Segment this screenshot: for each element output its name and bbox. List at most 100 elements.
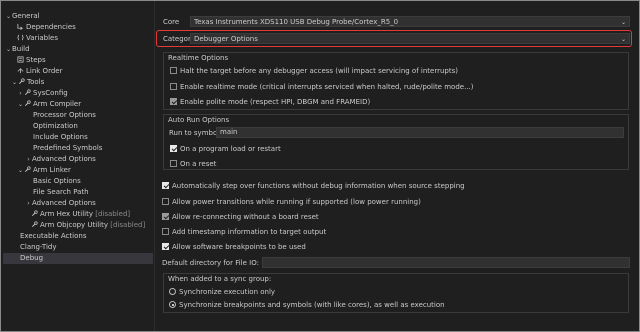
tree-item-label: Processor Options bbox=[33, 111, 96, 119]
tree-item-optimization[interactable]: Optimization bbox=[33, 121, 78, 132]
checkbox-label: Enable realtime mode (critical interrupt… bbox=[180, 83, 474, 91]
wrench-icon bbox=[24, 89, 31, 96]
tree-item-arm-objcopy-utility[interactable]: Arm Objcopy Utility [disabled] bbox=[31, 220, 145, 231]
checkbox-label: Add timestamp information to target outp… bbox=[172, 228, 327, 236]
tree-item-arm-hex-utility[interactable]: Arm Hex Utility [disabled] bbox=[31, 209, 130, 220]
sync-breakpoints-radio[interactable]: Synchronize breakpoints and symbols (wit… bbox=[169, 300, 445, 310]
tree-item-label: Arm Compiler bbox=[33, 100, 82, 108]
checkbox-box[interactable] bbox=[170, 145, 177, 152]
tree-item-include-options[interactable]: Include Options bbox=[33, 132, 88, 143]
power-transitions-checkbox[interactable]: Allow power transitions while running if… bbox=[162, 197, 421, 207]
checkbox-box[interactable] bbox=[162, 228, 169, 235]
checkbox-box[interactable] bbox=[170, 83, 177, 90]
checkbox-box[interactable] bbox=[162, 182, 169, 189]
tree-item-label: Variables bbox=[26, 34, 58, 42]
sw-breakpoints-checkbox[interactable]: Allow software breakpoints to be used bbox=[162, 242, 306, 252]
chevron-right-icon[interactable]: › bbox=[25, 154, 32, 165]
tree-item-predefined-symbols[interactable]: Predefined Symbols bbox=[33, 143, 102, 154]
chevron-down-icon: ⌄ bbox=[620, 19, 626, 26]
tree-item-compiler-advanced-options[interactable]: › Advanced Options bbox=[25, 154, 96, 165]
reconnecting-checkbox[interactable]: Allow re-connecting without a board rese… bbox=[162, 212, 319, 222]
tree-item-processor-options[interactable]: Processor Options bbox=[33, 110, 96, 121]
tree-item-label: Predefined Symbols bbox=[33, 144, 103, 152]
tree-item-arm-compiler[interactable]: ⌄ Arm Compiler bbox=[17, 99, 81, 110]
chevron-down-icon[interactable]: ⌄ bbox=[17, 165, 24, 176]
tree-item-label: Debug bbox=[20, 254, 44, 262]
tree-item-label: Arm Hex Utility bbox=[40, 210, 93, 218]
tree-item-label: Clang-Tidy bbox=[20, 243, 57, 251]
core-dropdown[interactable]: Texas Instruments XDS110 USB Debug Probe… bbox=[190, 16, 630, 27]
chevron-down-icon[interactable]: ⌄ bbox=[17, 99, 24, 110]
chevron-down-icon[interactable]: ⌄ bbox=[11, 77, 18, 88]
checkbox-box[interactable] bbox=[162, 198, 169, 205]
tree-item-link-order[interactable]: Link Order bbox=[17, 66, 62, 77]
tree-item-file-search-path[interactable]: File Search Path bbox=[33, 187, 89, 198]
checkbox-box[interactable] bbox=[170, 67, 177, 74]
tree-item-label: SysConfig bbox=[33, 89, 68, 97]
tree-item-linker-advanced-options[interactable]: › Advanced Options bbox=[25, 198, 96, 209]
checkbox-box[interactable] bbox=[162, 213, 169, 220]
tree-item-label: Arm Objcopy Utility bbox=[40, 221, 109, 229]
checkbox-label: Allow power transitions while running if… bbox=[172, 198, 421, 206]
chevron-right-icon[interactable]: › bbox=[17, 88, 24, 99]
wrench-icon bbox=[18, 78, 25, 85]
file-io-label: Default directory for File IO: bbox=[162, 259, 259, 267]
auto-step-over-checkbox[interactable]: Automatically step over functions withou… bbox=[162, 181, 465, 191]
link-icon bbox=[17, 68, 24, 74]
tree-item-basic-options[interactable]: Basic Options bbox=[33, 176, 81, 187]
realtime-options-group: Realtime Options Halt the target before … bbox=[163, 52, 629, 110]
enable-realtime-checkbox[interactable]: Enable realtime mode (critical interrupt… bbox=[170, 82, 473, 92]
checkbox-box[interactable] bbox=[170, 160, 177, 167]
tree-item-executable-actions[interactable]: Executable Actions bbox=[20, 231, 86, 242]
tree-item-clang-tidy[interactable]: Clang-Tidy bbox=[20, 242, 56, 253]
halt-target-checkbox[interactable]: Halt the target before any debugger acce… bbox=[170, 66, 458, 76]
radio-label: Synchronize breakpoints and symbols (wit… bbox=[179, 301, 445, 309]
tree-item-label: Arm Linker bbox=[33, 166, 71, 174]
sidebar-divider bbox=[154, 1, 155, 331]
tree-item-label: Link Order bbox=[26, 67, 63, 75]
tree-item-label: Tools bbox=[27, 78, 45, 86]
file-io-input[interactable] bbox=[262, 257, 630, 268]
tree-item-sysconfig[interactable]: › SysConfig bbox=[17, 88, 68, 99]
checkbox-label: Automatically step over functions withou… bbox=[172, 182, 465, 190]
group-title: When added to a sync group: bbox=[168, 275, 272, 283]
chevron-down-icon[interactable]: ⌄ bbox=[5, 11, 12, 22]
tree-item-variables[interactable]: Variables bbox=[17, 33, 58, 44]
checkbox-label: On a program load or restart bbox=[180, 145, 281, 153]
tree-item-build[interactable]: ⌄Build bbox=[5, 44, 30, 55]
group-title: Realtime Options bbox=[168, 54, 229, 62]
radio-button[interactable] bbox=[169, 288, 176, 295]
tree-item-steps[interactable]: Steps bbox=[17, 55, 46, 66]
checkbox-label: Halt the target before any debugger acce… bbox=[180, 67, 458, 75]
tree-item-debug[interactable]: Debug bbox=[3, 253, 153, 264]
tree-item-label: Basic Options bbox=[33, 177, 81, 185]
run-to-symbol-input[interactable]: main bbox=[216, 127, 624, 138]
tree-item-label: Steps bbox=[26, 56, 46, 64]
tree-item-label: General bbox=[12, 12, 40, 20]
sync-execution-radio[interactable]: Synchronize execution only bbox=[169, 287, 275, 297]
run-to-symbol-label: Run to symbol bbox=[169, 129, 220, 137]
core-label: Core bbox=[163, 18, 180, 26]
enable-polite-checkbox[interactable]: Enable polite mode (respect HPI, DBGM an… bbox=[170, 97, 370, 107]
radio-label: Synchronize execution only bbox=[179, 288, 276, 296]
chevron-down-icon[interactable]: ⌄ bbox=[5, 44, 12, 55]
category-highlight-box bbox=[156, 30, 632, 47]
tree-item-label: Dependencies bbox=[26, 23, 76, 31]
checkbox-label: Enable polite mode (respect HPI, DBGM an… bbox=[180, 98, 371, 106]
on-program-load-checkbox[interactable]: On a program load or restart bbox=[170, 144, 281, 154]
core-dropdown-value: Texas Instruments XDS110 USB Debug Probe… bbox=[194, 18, 399, 26]
chevron-right-icon[interactable]: › bbox=[25, 198, 32, 209]
properties-tree: ⌄General Dependencies Variables ⌄Build S… bbox=[3, 6, 153, 328]
tree-item-tools[interactable]: ⌄ Tools bbox=[11, 77, 44, 88]
debug-settings-panel: Core Texas Instruments XDS110 USB Debug … bbox=[156, 1, 638, 331]
radio-button[interactable] bbox=[169, 301, 176, 308]
tree-item-arm-linker[interactable]: ⌄ Arm Linker bbox=[17, 165, 71, 176]
tree-item-label: Advanced Options bbox=[32, 199, 96, 207]
checkbox-box[interactable] bbox=[162, 243, 169, 250]
timestamp-checkbox[interactable]: Add timestamp information to target outp… bbox=[162, 227, 326, 237]
tree-item-dependencies[interactable]: Dependencies bbox=[17, 22, 76, 33]
on-reset-checkbox[interactable]: On a reset bbox=[170, 159, 216, 169]
checkbox-box[interactable] bbox=[170, 98, 177, 105]
tree-item-general[interactable]: ⌄General bbox=[5, 11, 40, 22]
sync-group-options: When added to a sync group: Synchronize … bbox=[163, 273, 629, 313]
